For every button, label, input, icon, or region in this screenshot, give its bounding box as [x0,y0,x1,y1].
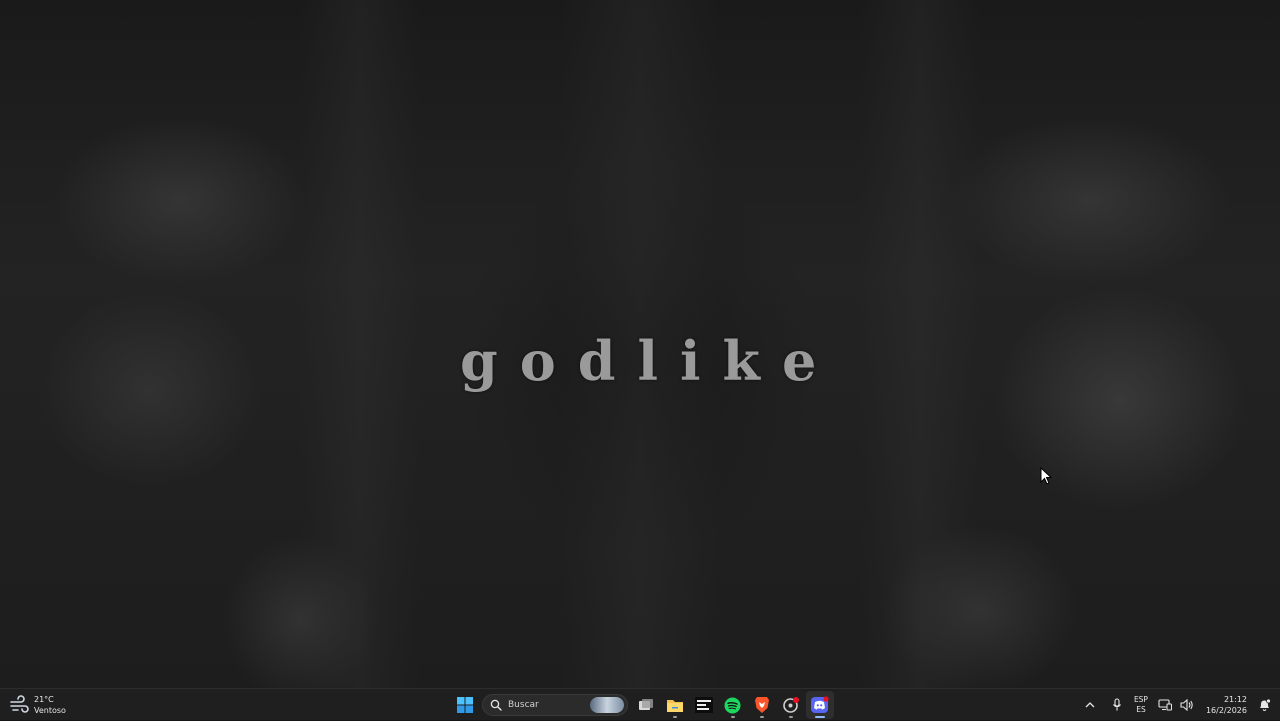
search-box[interactable]: Buscar [482,694,628,716]
folder-icon [666,699,683,712]
spotify-icon [724,697,741,713]
show-hidden-icons-button[interactable] [1080,695,1100,715]
start-button[interactable] [451,691,479,719]
mouse-cursor-icon [1040,467,1052,485]
task-view-button[interactable] [632,691,660,719]
running-indicator [814,716,825,718]
brave-button[interactable] [748,691,776,719]
windows-start-icon [456,697,473,713]
wallpaper-title: godlike [460,329,839,393]
running-indicator [672,716,677,718]
spotify-button[interactable] [719,691,747,719]
file-explorer-button[interactable] [661,691,689,719]
circle-app-icon [782,697,799,713]
network-button[interactable] [1155,695,1175,715]
task-view-icon [638,699,653,710]
discord-icon [810,696,829,713]
keyboard-layout: ES [1136,705,1146,714]
wallpaper-shade [860,0,980,688]
brave-icon [754,697,769,713]
chill-beats-icon [694,697,713,713]
desktop[interactable]: godlike [0,0,1280,688]
language-indicator[interactable]: ESP ES [1134,695,1148,715]
weather-condition: Ventoso [34,706,66,715]
clock-date: 16/2/2026 [1205,706,1247,715]
system-tray: ESP ES 21:12 16/2/2026 [1079,689,1280,721]
network-icon [1158,699,1172,711]
windy-weather-icon [10,695,29,713]
wallpaper-shade [300,0,420,688]
chevron-up-icon [1085,702,1095,708]
chill-beats-button[interactable] [690,691,718,719]
search-label: Buscar [508,700,539,710]
weather-temperature: 21°C [34,695,54,704]
taskbar-apps: Buscar [450,690,834,720]
weather-widget[interactable]: 21°C Ventoso [8,692,66,718]
running-indicator [730,716,735,718]
discord-button[interactable] [805,691,834,719]
notifications-button[interactable] [1254,695,1274,715]
clock-time: 21:12 [1223,695,1247,704]
running-indicator [788,716,793,718]
running-indicator [759,716,764,718]
notification-bell-icon [1259,698,1271,712]
volume-button[interactable] [1177,695,1197,715]
search-icon [490,699,502,711]
language-code: ESP [1133,695,1148,704]
badge-app-button[interactable] [777,691,805,719]
taskbar: 21°C Ventoso Buscar ESP ES 21:12 16/2/20… [0,688,1280,720]
search-highlight-image [590,697,624,713]
clock[interactable]: 21:12 16/2/2026 [1206,694,1247,716]
microphone-icon [1113,698,1121,711]
microphone-button[interactable] [1107,695,1127,715]
speaker-icon [1180,699,1193,711]
